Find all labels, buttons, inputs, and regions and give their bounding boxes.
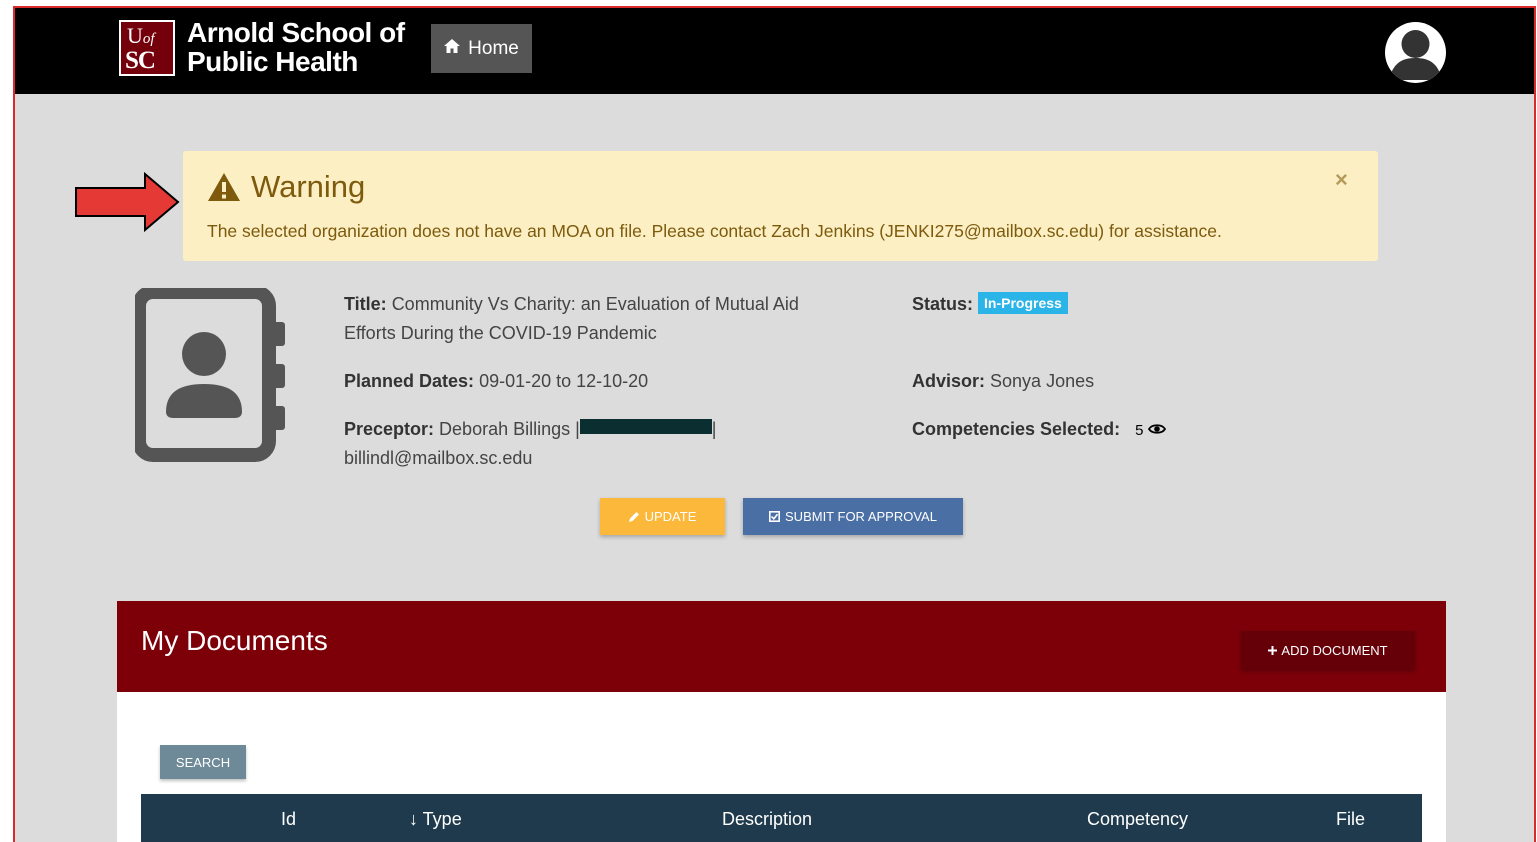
preceptor-email: billindl@mailbox.sc.edu bbox=[344, 448, 533, 468]
documents-table-header: Id ↓ Type Description Competency File bbox=[141, 794, 1422, 842]
warning-alert: Warning The selected organization does n… bbox=[183, 151, 1378, 261]
dates-label: Planned Dates: bbox=[344, 371, 475, 391]
logo-letter: U bbox=[127, 23, 143, 48]
status-label: Status: bbox=[912, 294, 974, 314]
warning-icon bbox=[208, 173, 240, 201]
update-button[interactable]: UPDATE bbox=[600, 498, 725, 535]
logo-small-text: of bbox=[142, 31, 155, 47]
redacted-phone bbox=[579, 419, 712, 434]
warning-title: Warning bbox=[251, 169, 366, 204]
planned-dates-field: Planned Dates: 09-01-20 to 12-10-20 bbox=[344, 367, 648, 396]
red-arrow-annotation bbox=[75, 172, 180, 232]
competencies-label: Competencies Selected: bbox=[912, 419, 1121, 439]
preceptor-separator: | bbox=[711, 419, 717, 439]
submit-for-approval-button[interactable]: SUBMIT FOR APPROVAL bbox=[743, 498, 963, 535]
home-icon bbox=[444, 39, 461, 58]
search-button[interactable]: SEARCH bbox=[160, 745, 246, 779]
advisor-label: Advisor: bbox=[912, 371, 986, 391]
column-header-competency[interactable]: Competency bbox=[1087, 809, 1188, 830]
update-label: UPDATE bbox=[644, 509, 697, 524]
submit-label: SUBMIT FOR APPROVAL bbox=[785, 509, 937, 524]
eye-icon[interactable] bbox=[1148, 423, 1167, 435]
home-label: Home bbox=[468, 37, 519, 59]
add-document-button[interactable]: ADD DOCUMENT bbox=[1241, 631, 1415, 669]
competencies-field: Competencies Selected: 5 bbox=[912, 415, 1167, 445]
documents-header: My Documents ADD DOCUMENT bbox=[117, 601, 1446, 692]
brand-line-1: Arnold School of bbox=[187, 17, 405, 48]
advisor-value: Sonya Jones bbox=[990, 371, 1095, 391]
dates-value: 09-01-20 to 12-10-20 bbox=[479, 371, 649, 391]
warning-message: The selected organization does not have … bbox=[207, 221, 1222, 241]
advisor-field: Advisor: Sonya Jones bbox=[912, 367, 1094, 396]
add-document-label: ADD DOCUMENT bbox=[1281, 642, 1388, 658]
title-field: Title: Community Vs Charity: an Evaluati… bbox=[344, 290, 799, 348]
title-label: Title: bbox=[344, 294, 387, 314]
logo-bottom-text: SC bbox=[125, 47, 156, 74]
column-header-id[interactable]: Id bbox=[281, 809, 296, 830]
status-badge: In-Progress bbox=[978, 292, 1068, 314]
contact-book-icon bbox=[135, 288, 285, 462]
brand-line-2: Public Health bbox=[187, 46, 358, 77]
user-avatar[interactable] bbox=[1385, 22, 1446, 83]
close-icon[interactable]: × bbox=[1335, 167, 1348, 193]
column-header-type[interactable]: ↓ Type bbox=[409, 809, 462, 830]
pencil-icon bbox=[628, 512, 639, 522]
status-field: Status: In-Progress bbox=[912, 290, 1068, 319]
preceptor-label: Preceptor: bbox=[344, 419, 435, 439]
competencies-count: 5 bbox=[1135, 422, 1144, 439]
title-value-line1: Community Vs Charity: an Evaluation of M… bbox=[391, 294, 799, 314]
top-navbar: Uof SC Arnold School of Public Health Ho… bbox=[15, 8, 1534, 94]
preceptor-field: Preceptor: Deborah Billings | | billindl@… bbox=[344, 415, 716, 473]
checkbox-icon bbox=[769, 511, 781, 522]
plus-icon bbox=[1268, 645, 1278, 655]
app-window: Uof SC Arnold School of Public Health Ho… bbox=[13, 6, 1536, 842]
user-icon bbox=[1389, 30, 1442, 80]
column-header-description[interactable]: Description bbox=[722, 809, 812, 830]
documents-title: My Documents bbox=[141, 625, 328, 656]
my-documents-panel: My Documents ADD DOCUMENT SEARCH Id ↓ Ty… bbox=[117, 601, 1446, 842]
preceptor-name: Deborah Billings | bbox=[439, 419, 580, 439]
home-button[interactable]: Home bbox=[431, 24, 532, 73]
title-value-line2: Efforts During the COVID-19 Pandemic bbox=[344, 323, 657, 343]
column-header-file[interactable]: File bbox=[1336, 809, 1365, 830]
usc-logo[interactable]: Uof SC bbox=[119, 20, 175, 76]
brand-name[interactable]: Arnold School of Public Health bbox=[187, 18, 405, 76]
